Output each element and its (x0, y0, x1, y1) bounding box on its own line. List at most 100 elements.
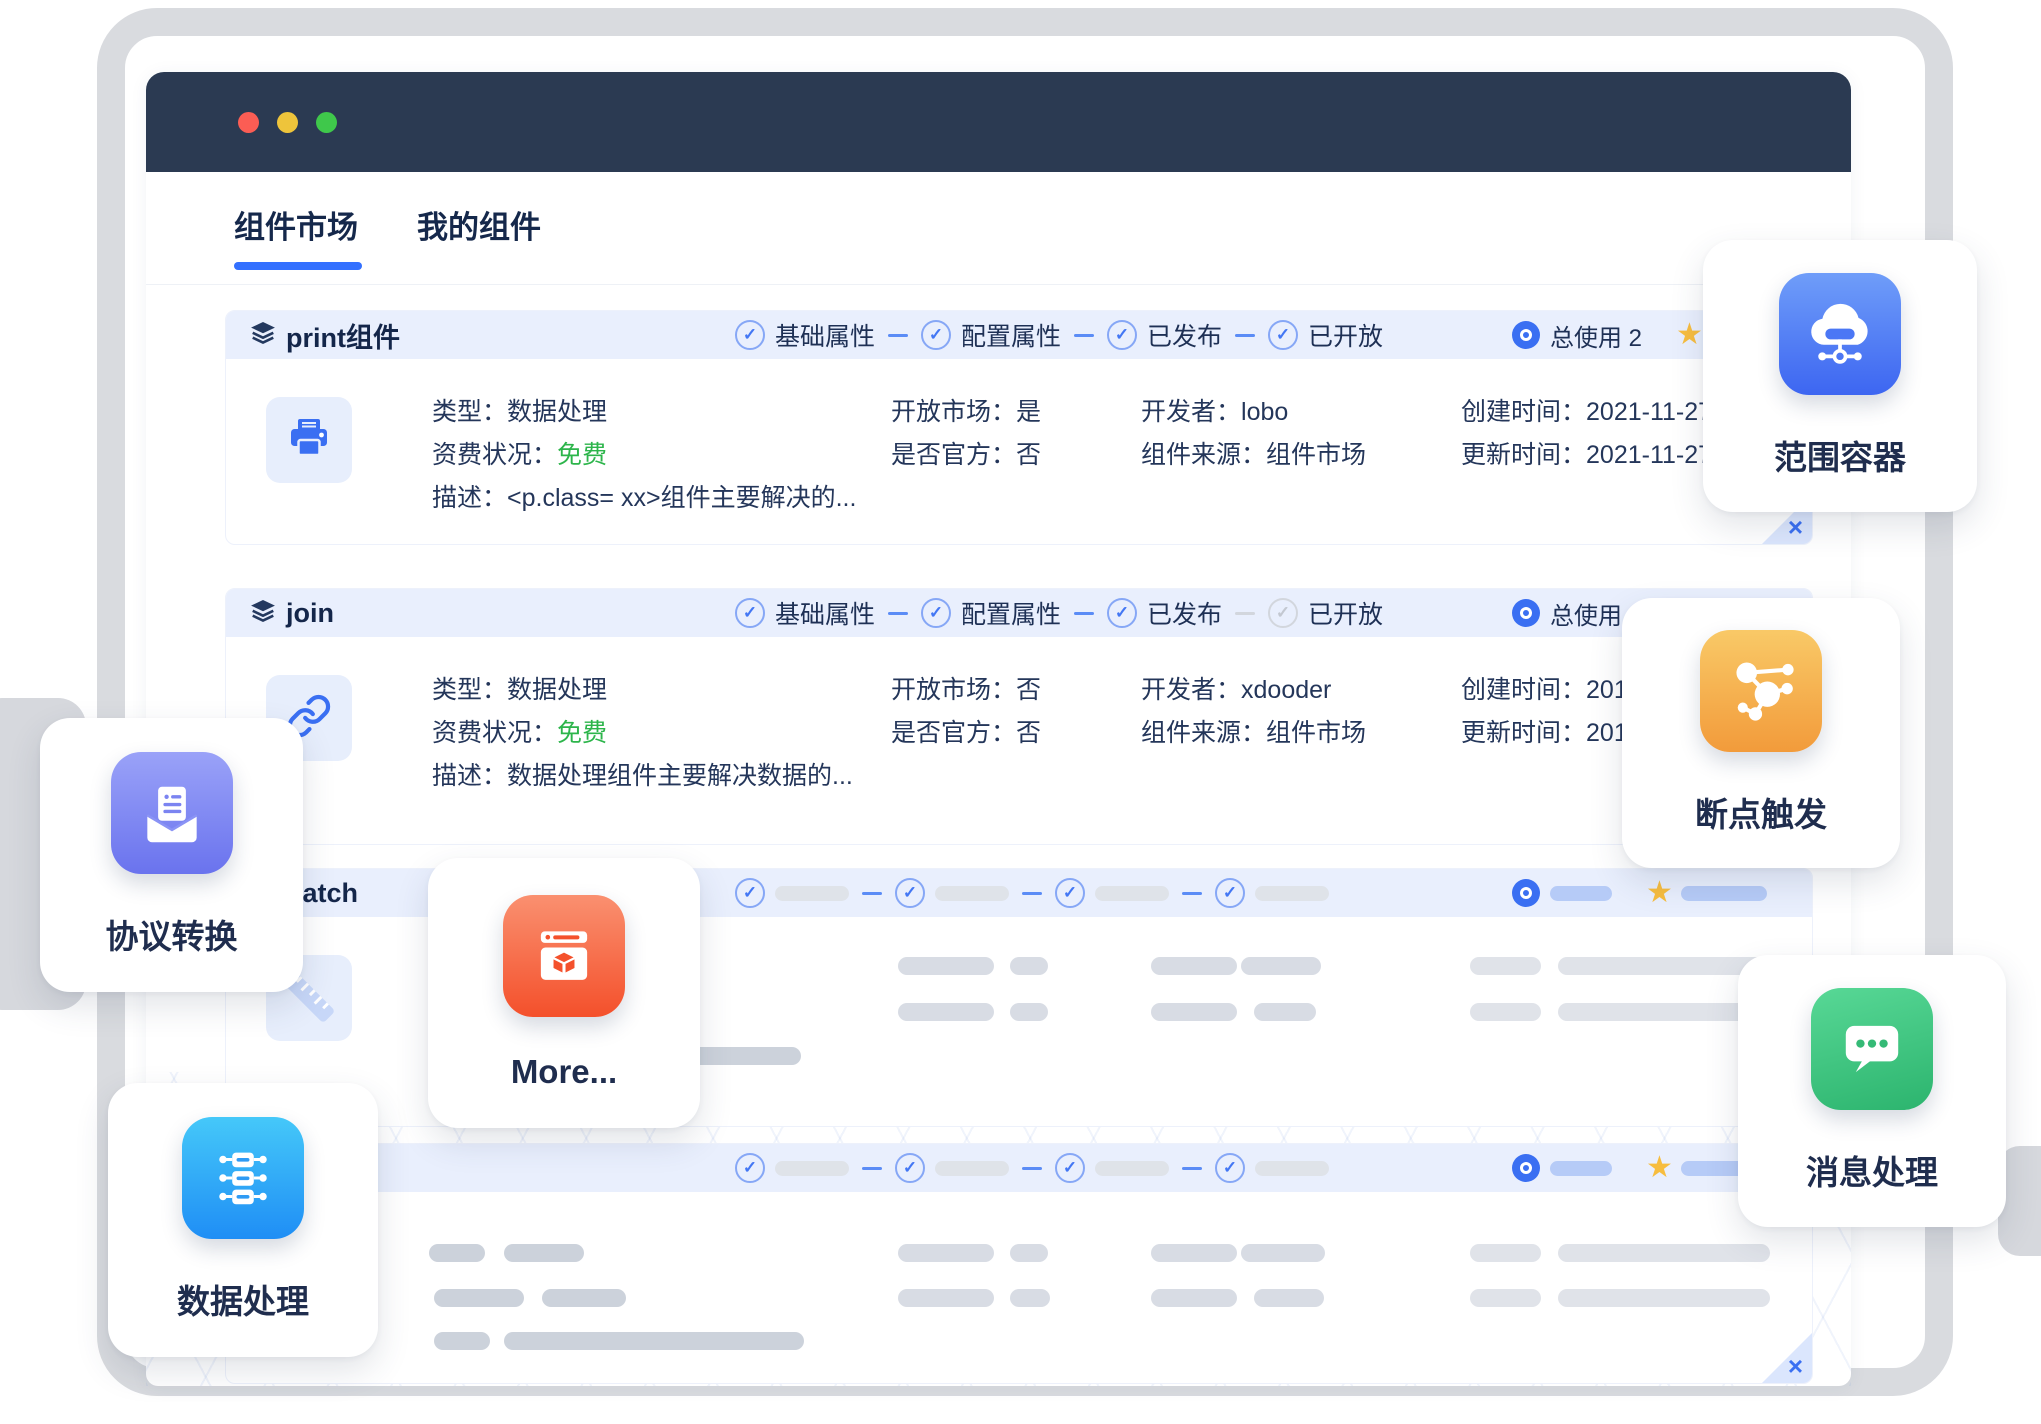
step-connector (862, 1167, 882, 1170)
step-connector (1074, 612, 1094, 615)
step-label: 已开放 (1308, 595, 1383, 631)
check-circle-icon: ✓ (1268, 320, 1298, 350)
skeleton-pill (429, 1244, 485, 1262)
skeleton-pill (1254, 1289, 1324, 1307)
floating-card-data-processing[interactable]: 数据处理 (108, 1083, 378, 1357)
floating-card-label: 数据处理 (177, 1275, 309, 1323)
floating-card-label: 范围容器 (1774, 431, 1906, 479)
tab-my-components[interactable]: 我的组件 (417, 202, 541, 247)
star-icon: ★ (1646, 1153, 1673, 1183)
card-metrics: ★ (1512, 869, 1767, 917)
usage-label: 总使用 2 (1550, 318, 1642, 353)
field-type: 类型：数据处理 (432, 397, 607, 427)
check-circle-icon: ✓ (1107, 598, 1137, 628)
step-label: 配置属性 (961, 595, 1061, 631)
step-connector (888, 334, 908, 337)
traffic-light-maximize-icon[interactable] (316, 112, 337, 133)
component-card-skeleton[interactable]: ✓ ✓ ✓ ✓ ★ (225, 1143, 1813, 1384)
browser-window: 组件市场 我的组件 print组件 ✓基础属性 ✓配置属性 ✓已发布 (146, 72, 1851, 1386)
tabs-divider (146, 284, 1851, 285)
close-icon[interactable]: × (1788, 514, 1803, 540)
field-desc: 描述：数据处理组件主要解决数据的... (432, 761, 853, 791)
skeleton-pill (935, 1161, 1009, 1176)
active-tab-underline (234, 262, 362, 270)
skeleton-pill (1681, 886, 1767, 901)
status-steps: ✓基础属性 ✓配置属性 ✓已发布 ✓已开放 (735, 311, 1383, 359)
floating-card-range-container[interactable]: 范围容器 (1703, 240, 1977, 512)
skeleton-pill (898, 1289, 994, 1307)
field-desc: 描述：<p.class= xx>组件主要解决的... (432, 483, 856, 513)
field-open-market: 开放市场：是 (891, 397, 1041, 427)
traffic-light-minimize-icon[interactable] (277, 112, 298, 133)
skeleton-pill (1470, 1289, 1541, 1307)
skeleton-pill (1550, 1161, 1612, 1176)
skeleton-pill (1010, 957, 1048, 975)
check-circle-icon: ✓ (735, 878, 765, 908)
step-connector (1182, 1167, 1202, 1170)
check-circle-icon: ✓ (1215, 1153, 1245, 1183)
check-circle-icon: ✓ (1268, 598, 1298, 628)
floating-card-label: 协议转换 (106, 910, 238, 958)
eye-icon (1512, 321, 1540, 349)
floating-card-label: 断点触发 (1695, 788, 1827, 836)
field-developer: 开发者：lobo (1141, 397, 1288, 427)
field-official: 是否官方：否 (891, 440, 1041, 470)
tab-component-market[interactable]: 组件市场 (234, 202, 358, 247)
eye-icon (1512, 879, 1540, 907)
floating-card-breakpoint-trigger[interactable]: 断点触发 (1622, 598, 1900, 868)
skeleton-pill (1151, 1289, 1237, 1307)
skeleton-pill (935, 886, 1009, 901)
skeleton-pill (1558, 1244, 1770, 1262)
field-fee: 资费状况：免费 (432, 718, 607, 748)
component-card-print[interactable]: print组件 ✓基础属性 ✓配置属性 ✓已发布 ✓已开放 总使用 2 ★ 总评 (225, 310, 1813, 545)
skeleton-pill (1470, 1003, 1541, 1021)
component-card-join[interactable]: join ✓基础属性 ✓配置属性 ✓已发布 ✓已开放 总使用 6 ★ 总评 (225, 588, 1813, 845)
eye-icon (1512, 599, 1540, 627)
skeleton-pill (1470, 1244, 1541, 1262)
field-fee: 资费状况：免费 (432, 440, 607, 470)
skeleton-pill (898, 957, 994, 975)
status-steps: ✓ ✓ ✓ ✓ (735, 1144, 1329, 1192)
floating-card-label: More... (511, 1053, 617, 1091)
skeleton-pill (898, 1003, 994, 1021)
step-connector (1022, 892, 1042, 895)
check-circle-icon: ✓ (921, 320, 951, 350)
field-official: 是否官方：否 (891, 718, 1041, 748)
check-circle-icon: ✓ (735, 598, 765, 628)
traffic-light-close-icon[interactable] (238, 112, 259, 133)
close-icon[interactable]: × (1788, 1353, 1803, 1379)
floating-card-message-processing[interactable]: 消息处理 (1738, 955, 2006, 1227)
cloud-network-icon (1779, 273, 1901, 395)
step-connector (888, 612, 908, 615)
skeleton-pill (1010, 1003, 1048, 1021)
field-type: 类型：数据处理 (432, 675, 607, 705)
check-circle-icon: ✓ (1215, 878, 1245, 908)
skeleton-pill (542, 1289, 626, 1307)
skeleton-pill (1010, 1289, 1050, 1307)
skeleton-pill (504, 1332, 804, 1350)
field-source: 组件来源：组件市场 (1141, 718, 1366, 748)
skeleton-pill (775, 886, 849, 901)
status-steps: ✓基础属性 ✓配置属性 ✓已发布 ✓已开放 (735, 589, 1383, 637)
layers-icon (250, 598, 276, 629)
step-label: 已发布 (1147, 317, 1222, 353)
skeleton-pill (775, 1161, 849, 1176)
step-connector (1182, 892, 1202, 895)
eye-icon (1512, 1154, 1540, 1182)
floating-card-protocol-convert[interactable]: 协议转换 (40, 718, 303, 992)
window-titlebar (146, 72, 1851, 172)
floating-card-label: 消息处理 (1806, 1146, 1938, 1194)
step-connector (1022, 1167, 1042, 1170)
check-circle-icon: ✓ (1055, 878, 1085, 908)
skeleton-pill (898, 1244, 994, 1262)
field-developer: 开发者：xdooder (1141, 675, 1331, 705)
floating-card-more[interactable]: More... (428, 858, 700, 1128)
field-source: 组件来源：组件市场 (1141, 440, 1366, 470)
skeleton-pill (1010, 1244, 1048, 1262)
chat-bubble-icon (1811, 988, 1933, 1110)
step-connector (1074, 334, 1094, 337)
skeleton-pill (1470, 957, 1541, 975)
page: 组件市场 我的组件 print组件 ✓基础属性 ✓配置属性 ✓已发布 (0, 0, 2041, 1424)
step-label: 基础属性 (775, 317, 875, 353)
skeleton-pill (434, 1289, 524, 1307)
